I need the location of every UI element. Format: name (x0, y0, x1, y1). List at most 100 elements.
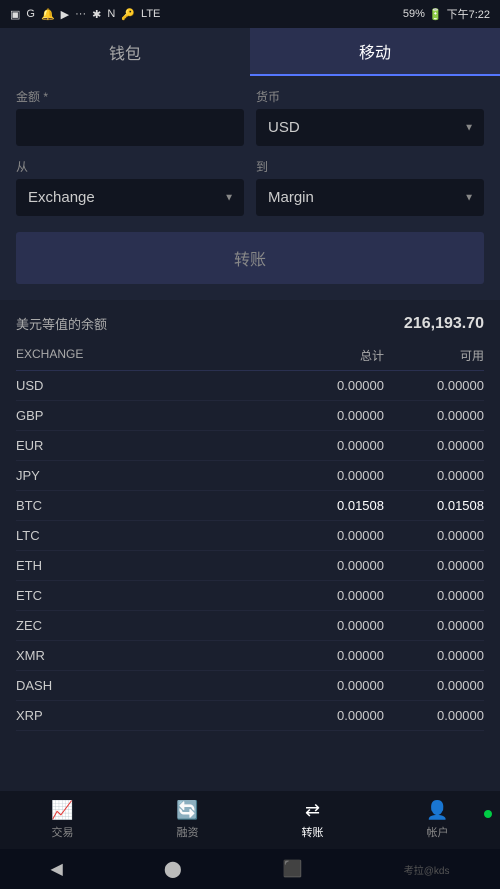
col-total-header: 总计 (274, 347, 384, 364)
form-row-2: 从 Exchange 到 Margin (16, 158, 484, 216)
balance-value: 216,193.70 (404, 315, 484, 333)
back-button[interactable]: ◀ (51, 859, 63, 879)
funding-icon: 🔄 (176, 800, 198, 821)
home-button[interactable]: ⬤ (164, 859, 182, 879)
table-row: LTC 0.00000 0.00000 (16, 521, 484, 551)
row-total: 0.00000 (274, 678, 384, 693)
icon-play: ▶ (61, 8, 69, 21)
row-total: 0.00000 (274, 378, 384, 393)
row-currency: ETC (16, 588, 274, 603)
row-currency: USD (16, 378, 274, 393)
section-label: EXCHANGE (16, 347, 274, 364)
nav-funding[interactable]: 🔄 融资 (125, 800, 250, 840)
trade-icon: 📈 (51, 800, 73, 821)
table-section: EXCHANGE 总计 可用 USD 0.00000 0.00000 GBP 0… (0, 343, 500, 731)
row-available: 0.00000 (384, 378, 484, 393)
table-row: JPY 0.00000 0.00000 (16, 461, 484, 491)
row-total: 0.00000 (274, 408, 384, 423)
from-select-wrapper: Exchange (16, 179, 244, 216)
icon-g: G (26, 8, 35, 20)
row-currency: LTC (16, 528, 274, 543)
from-select[interactable]: Exchange (16, 179, 244, 216)
table-row: DASH 0.00000 0.00000 (16, 671, 484, 701)
table-header: EXCHANGE 总计 可用 (16, 343, 484, 371)
nav-account[interactable]: 👤 帐户 (375, 800, 500, 840)
battery-icon: 🔋 (429, 8, 443, 21)
transfer-button[interactable]: 转账 (16, 232, 484, 284)
row-available: 0.00000 (384, 438, 484, 453)
table-row: ETH 0.00000 0.00000 (16, 551, 484, 581)
from-group: 从 Exchange (16, 158, 244, 216)
row-total: 0.00000 (274, 618, 384, 633)
table-body: USD 0.00000 0.00000 GBP 0.00000 0.00000 … (16, 371, 484, 731)
account-label: 帐户 (427, 824, 449, 840)
top-tabs: 钱包 移动 (0, 28, 500, 76)
icon-n: N (107, 8, 115, 20)
row-currency: XMR (16, 648, 274, 663)
row-available: 0.01508 (384, 498, 484, 513)
table-row: GBP 0.00000 0.00000 (16, 401, 484, 431)
row-currency: ZEC (16, 618, 274, 633)
row-total: 0.00000 (274, 648, 384, 663)
funding-label: 融资 (177, 824, 199, 840)
status-right-icons: 59% 🔋 下午7:22 (403, 6, 490, 22)
row-currency: XRP (16, 708, 274, 723)
row-currency: BTC (16, 498, 274, 513)
status-bar: ▣ G 🔔 ▶ ··· ✱ N 🔑 LTE 59% 🔋 下午7:22 (0, 0, 500, 28)
account-icon: 👤 (426, 800, 448, 821)
amount-input[interactable] (16, 109, 244, 146)
balance-section: 美元等值的余额 216,193.70 (0, 300, 500, 343)
battery-percent: 59% (403, 8, 425, 20)
bottom-nav: 📈 交易 🔄 融资 ⇄ 转账 👤 帐户 (0, 791, 500, 849)
table-row: XMR 0.00000 0.00000 (16, 641, 484, 671)
form-row-1: 金额 * 货币 USD (16, 88, 484, 146)
currency-label: 货币 (256, 88, 484, 105)
tab-wallet[interactable]: 钱包 (0, 28, 250, 76)
row-total: 0.00000 (274, 468, 384, 483)
trade-label: 交易 (52, 824, 74, 840)
row-available: 0.00000 (384, 588, 484, 603)
icon-bell: 🔔 (41, 8, 55, 21)
currency-select[interactable]: USD (256, 109, 484, 146)
to-select[interactable]: Margin (256, 179, 484, 216)
row-total: 0.00000 (274, 558, 384, 573)
balance-label: 美元等值的余额 (16, 314, 107, 333)
to-group: 到 Margin (256, 158, 484, 216)
row-currency: JPY (16, 468, 274, 483)
row-total: 0.00000 (274, 708, 384, 723)
row-available: 0.00000 (384, 528, 484, 543)
transfer-nav-label: 转账 (302, 824, 324, 840)
row-total: 0.00000 (274, 528, 384, 543)
table-row: XRP 0.00000 0.00000 (16, 701, 484, 731)
row-total: 0.00000 (274, 438, 384, 453)
row-available: 0.00000 (384, 558, 484, 573)
transfer-nav-icon: ⇄ (305, 800, 320, 821)
table-row: BTC 0.01508 0.01508 (16, 491, 484, 521)
table-row: USD 0.00000 0.00000 (16, 371, 484, 401)
row-available: 0.00000 (384, 618, 484, 633)
table-row: ETC 0.00000 0.00000 (16, 581, 484, 611)
row-available: 0.00000 (384, 468, 484, 483)
row-available: 0.00000 (384, 648, 484, 663)
recents-button[interactable]: ⬛ (283, 859, 303, 879)
icon-square: ▣ (10, 8, 20, 21)
table-row: EUR 0.00000 0.00000 (16, 431, 484, 461)
icon-bluetooth: ✱ (92, 8, 101, 21)
status-left-icons: ▣ G 🔔 ▶ ··· ✱ N 🔑 LTE (10, 8, 160, 21)
col-available-header: 可用 (384, 347, 484, 364)
row-currency: GBP (16, 408, 274, 423)
watermark: 考拉@kds (404, 862, 450, 877)
tab-transfer[interactable]: 移动 (250, 28, 500, 76)
nav-trade[interactable]: 📈 交易 (0, 800, 125, 840)
icon-key: 🔑 (121, 8, 135, 21)
from-label: 从 (16, 158, 244, 175)
row-total: 0.01508 (274, 498, 384, 513)
row-total: 0.00000 (274, 588, 384, 603)
account-dot (484, 810, 492, 818)
row-currency: DASH (16, 678, 274, 693)
icon-lte: LTE (141, 8, 160, 20)
row-currency: EUR (16, 438, 274, 453)
nav-transfer[interactable]: ⇄ 转账 (250, 800, 375, 840)
row-available: 0.00000 (384, 408, 484, 423)
currency-select-wrapper: USD (256, 109, 484, 146)
